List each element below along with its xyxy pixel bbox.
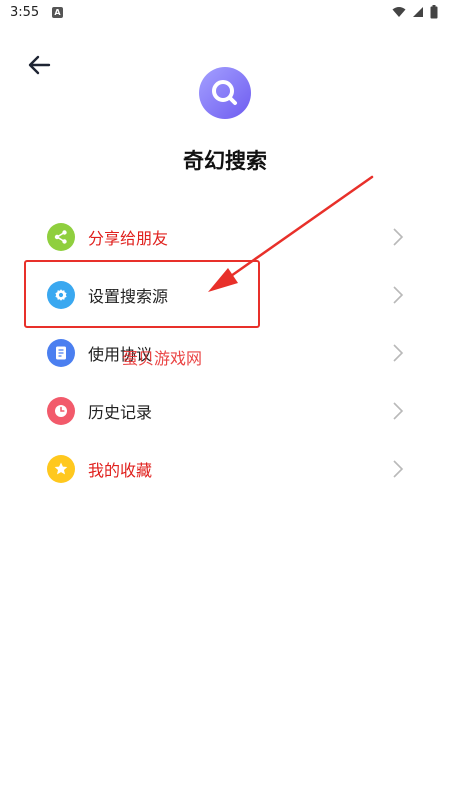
search-magnifier-icon [212,80,237,105]
back-button[interactable] [24,50,54,80]
chevron-right-icon [393,228,404,246]
star-icon [47,455,75,483]
menu-item-history[interactable]: 历史记录 [0,382,450,440]
signal-icon [413,7,423,17]
menu-item-favorites[interactable]: 我的收藏 [0,440,450,498]
menu-item-label: 我的收藏 [88,461,153,480]
highlight-box [24,260,260,328]
chevron-right-icon [393,460,404,478]
system-icons [392,5,438,19]
chevron-right-icon [393,344,404,362]
clock-icon [47,397,75,425]
menu-item-share[interactable]: 分享给朋友 [0,208,450,266]
chevron-right-icon [393,402,404,420]
battery-icon [430,5,438,19]
menu-item-label: 历史记录 [88,403,153,422]
document-icon [47,339,75,367]
notification-icon: A [52,7,63,18]
app-title: 奇幻搜索 [183,149,267,173]
menu-item-label: 分享给朋友 [88,229,169,248]
share-icon [47,223,75,251]
watermark: 蛋贝游戏网 [122,349,203,368]
app-logo [199,67,251,119]
status-bar: 3:55 A [0,0,450,26]
chevron-right-icon [393,286,404,304]
arrow-left-icon [28,55,51,75]
wifi-icon [392,7,406,17]
status-time: 3:55 [10,5,40,20]
menu-item-terms[interactable]: 使用协议 [0,324,450,382]
